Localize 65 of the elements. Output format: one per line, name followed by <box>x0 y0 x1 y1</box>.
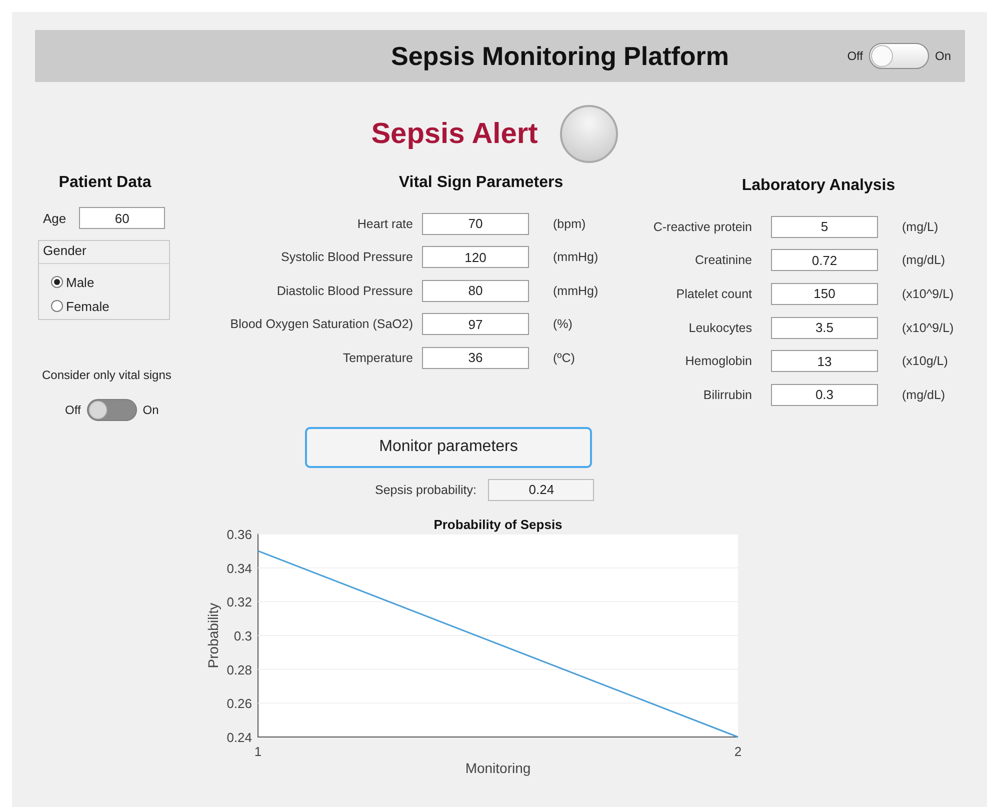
axis-label: Monitoring <box>465 760 531 776</box>
input-field[interactable]: 97 <box>422 313 529 336</box>
tick-label: 1 <box>254 744 262 758</box>
input-field[interactable]: 70 <box>422 212 529 235</box>
unit-label: (mmHg) <box>553 284 598 298</box>
panel-title: Gender <box>39 241 169 264</box>
field-label: Blood Oxygen Saturation (SaO2) <box>229 317 413 332</box>
alert-label: Sepsis Alert <box>371 118 538 150</box>
unit-label: (%) <box>553 317 572 332</box>
tick-label: 0.24 <box>226 730 252 744</box>
field-label: Platelet count <box>675 286 752 301</box>
switch-label: On <box>142 403 159 417</box>
field-label: Temperature <box>342 350 413 365</box>
tick-label: 0.36 <box>226 526 252 542</box>
unit-label: (bpm) <box>553 216 586 231</box>
field-label: Sepsis probability: <box>375 482 476 496</box>
unit-label: (mg/dL) <box>902 253 946 268</box>
tick-label: 0.28 <box>226 662 252 677</box>
field-label: Hemoglobin <box>684 354 752 368</box>
switch-label: Off <box>847 49 863 63</box>
unit-label: (x10^9/L) <box>902 286 954 301</box>
input-field[interactable]: 36 <box>422 346 529 369</box>
field-label: Creatinine <box>694 253 752 268</box>
field-label: Diastolic Blood Pressure <box>276 284 413 298</box>
unit-label: (mmHg) <box>553 250 598 264</box>
field-label: Bilirrubin <box>702 388 752 402</box>
tick-label: 0.34 <box>226 560 252 576</box>
tick-label: 0.32 <box>226 594 252 610</box>
unit-label: (x10^9/L) <box>902 320 954 335</box>
radio-option[interactable]: Female <box>51 294 110 318</box>
toggle-switch[interactable] <box>868 43 929 69</box>
field-label: C-reactive protein <box>652 220 752 234</box>
input-field[interactable]: 13 <box>771 350 878 372</box>
monitor-button[interactable]: Monitor parameters <box>305 426 592 468</box>
field-label: Leukocytes <box>688 320 752 335</box>
field-label: Age <box>43 210 66 226</box>
input-field[interactable]: 0.72 <box>771 249 878 272</box>
section-title: Laboratory Analysis <box>740 176 896 196</box>
switch-caption: Consider only vital signs <box>42 368 172 382</box>
field-label: Heart rate <box>356 216 413 231</box>
unit-label: (mg/L) <box>902 220 938 234</box>
section-title: Patient Data <box>58 173 152 193</box>
input-field[interactable]: 150 <box>771 282 878 305</box>
output-field: 0.24 <box>488 478 594 500</box>
input-field[interactable]: 80 <box>422 280 529 302</box>
section-title: Vital Sign Parameters <box>398 173 564 193</box>
switch-label: On <box>934 49 951 63</box>
input-field[interactable]: 120 <box>422 246 529 268</box>
field-label: Systolic Blood Pressure <box>280 250 413 264</box>
tick-label: 0.3 <box>234 628 252 643</box>
unit-label: (ºC) <box>553 350 575 365</box>
radio-option[interactable]: Male <box>51 270 94 294</box>
tick-label: 0.26 <box>226 696 252 711</box>
unit-label: (mg/dL) <box>902 388 946 402</box>
unit-label: (x10g/L) <box>902 354 948 368</box>
input-field[interactable]: 60 <box>79 207 166 229</box>
input-field[interactable]: 0.3 <box>771 384 878 406</box>
axis-label: Probability <box>205 602 221 668</box>
input-field[interactable]: 5 <box>771 216 878 238</box>
switch-label: Off <box>65 403 81 417</box>
chart-title: Probability of Sepsis <box>434 516 562 532</box>
toggle-switch[interactable] <box>86 399 137 421</box>
app-title: Sepsis Monitoring Platform <box>390 40 730 72</box>
input-field[interactable]: 3.5 <box>771 316 878 339</box>
tick-label: 2 <box>734 744 742 758</box>
